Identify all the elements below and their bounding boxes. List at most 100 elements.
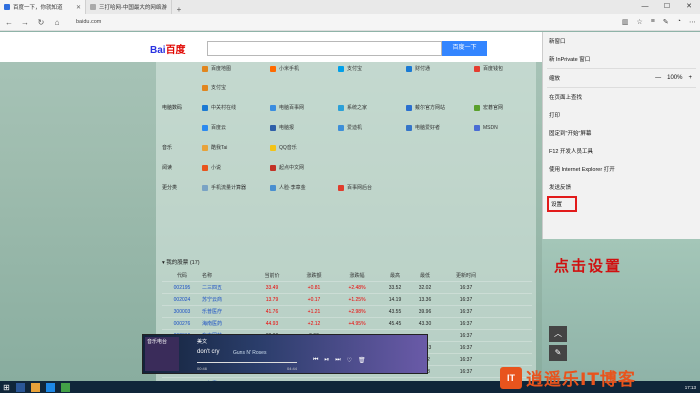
stocks-section-title[interactable]: ▾ 我的股票 (17)	[162, 258, 200, 266]
minimize-button[interactable]: —	[634, 0, 656, 14]
link-item[interactable]: 爱迪机	[338, 124, 406, 131]
table-cell: 39.96	[418, 308, 432, 315]
table-cell: +2.98%	[348, 308, 366, 315]
table-cell: 苏宁云商	[202, 297, 223, 303]
table-row[interactable]: 002024 苏宁云商 13.79 +0.17 +1.25% 14.19 13.36 16:3…	[162, 294, 532, 306]
link-item[interactable]: 酷我Tai	[202, 144, 270, 151]
tab-baidu[interactable]: 百度一下，你就知道 ✕	[0, 0, 86, 14]
category-row: 更分类 手机流量计算器 人脸·李章金 百事网后台	[162, 184, 406, 191]
table-row[interactable]: 000276 海南医药 44.93 +2.12 +4.95% 45.45 43.30 16:3…	[162, 318, 532, 330]
table-cell: 45.45	[388, 320, 402, 327]
progress-bar[interactable]	[197, 362, 297, 363]
link-item[interactable]: MSDN	[474, 124, 542, 131]
table-cell: 16:37	[459, 284, 473, 291]
edit-button[interactable]: ✎	[549, 345, 567, 361]
play-pause-icon[interactable]: ⏯	[324, 357, 329, 364]
new-tab-button[interactable]: +	[172, 5, 186, 14]
taskbar-app-icon[interactable]	[60, 382, 70, 392]
search-button[interactable]: 百度一下	[442, 41, 487, 56]
table-cell: 16:37	[459, 296, 473, 303]
reading-view-icon[interactable]: ▥	[622, 18, 629, 26]
back-arrow-icon[interactable]: ←	[4, 18, 14, 27]
song-artist: Guns N' Roses	[233, 350, 267, 356]
table-cell: 000276	[173, 320, 191, 327]
menu-item-pin-start[interactable]: 固定到"开始"屏幕	[543, 124, 700, 142]
table-cell: 二三四五	[202, 285, 223, 291]
forward-arrow-icon[interactable]: →	[20, 18, 30, 27]
taskbar-app-icon[interactable]	[15, 382, 25, 392]
song-title: don't cry	[197, 349, 220, 355]
baidu-header: Bai百度 百度一下	[0, 32, 542, 62]
table-cell: 13.36	[418, 296, 432, 303]
clock[interactable]: 17:13	[685, 385, 700, 390]
table-row[interactable]: 300003 乐普医疗 41.76 +1.21 +2.98% 43.55 39.96 16:3…	[162, 306, 532, 318]
search-input[interactable]	[207, 41, 442, 56]
favorite-star-icon[interactable]: ☆	[637, 18, 643, 26]
watermark: IT 逍遥乐IT博客	[500, 362, 636, 393]
close-tab-icon[interactable]: ✕	[76, 4, 81, 11]
windows-start-icon[interactable]: ⊞	[3, 383, 10, 392]
menu-item-find[interactable]: 在页面上查找	[543, 88, 700, 106]
baidu-logo[interactable]: Bai百度	[150, 41, 186, 56]
web-note-icon[interactable]: ✎	[663, 18, 669, 26]
link-item[interactable]: 系统之家	[338, 104, 406, 111]
category-row: 音乐 酷我Tai QQ音乐	[162, 144, 338, 151]
menu-item-open-ie[interactable]: 使用 Internet Explorer 打开	[543, 160, 700, 178]
refresh-icon[interactable]: ↻	[36, 18, 46, 27]
maximize-button[interactable]: ☐	[656, 0, 678, 14]
link-item[interactable]: 支付宝	[202, 84, 270, 91]
next-icon[interactable]: ⏭	[335, 357, 340, 364]
annotation-text: 点击设置	[554, 257, 623, 275]
zoom-in-button[interactable]: +	[688, 75, 692, 81]
delete-icon[interactable]: 🗑	[358, 357, 366, 364]
link-item[interactable]: 百度云	[202, 124, 270, 131]
link-item[interactable]: 戴尔官方网站	[406, 104, 474, 111]
menu-item-dev-tools[interactable]: F12 开发人员工具	[543, 142, 700, 160]
table-cell: 33.52	[388, 284, 402, 291]
baidu-favicon-icon	[4, 4, 10, 10]
table-cell: 海南医药	[202, 321, 223, 327]
previous-icon[interactable]: ⏮	[313, 357, 318, 364]
menu-item-zoom: 缩放 — 100% +	[549, 75, 692, 82]
link-item[interactable]: QQ音乐	[270, 144, 338, 151]
more-icon[interactable]: ⋯	[689, 18, 696, 26]
taskbar-app-icon[interactable]	[30, 382, 40, 392]
link-item[interactable]: 宏碁官网	[474, 104, 542, 111]
menu-item-new-inprivate[interactable]: 新 InPrivate 窗口	[543, 50, 700, 68]
like-icon[interactable]: ♡	[347, 357, 352, 364]
table-row[interactable]: 002195 二三四五 33.49 +0.81 +2.48% 33.52 32.02 16:3…	[162, 282, 532, 294]
table-cell: 13.79	[265, 296, 279, 303]
link-item[interactable]: 支付宝	[338, 65, 406, 72]
link-item[interactable]: 人脸·李章金	[270, 184, 338, 191]
album-cover[interactable]: 音乐电台	[145, 337, 179, 371]
home-icon[interactable]: ⌂	[52, 18, 62, 27]
music-player: 音乐电台 美文 don't cry Guns N' Roses 00:46 04…	[142, 334, 428, 374]
menu-item-new-window[interactable]: 新窗口	[543, 32, 700, 50]
address-bar[interactable]: baidu.com	[76, 19, 616, 25]
link-item[interactable]: 电脑报	[270, 124, 338, 131]
link-item[interactable]: 中关村在线	[202, 104, 270, 111]
link-item[interactable]: 百度钱包	[474, 65, 542, 72]
category-row: 电脑数码 中关村在线 电脑百事网 系统之家 戴尔官方网站 宏碁官网	[162, 104, 542, 111]
scroll-top-button[interactable]: ︿	[549, 326, 567, 342]
table-cell: 16:37	[459, 344, 473, 351]
link-item[interactable]: 小米手机	[270, 65, 338, 72]
link-item[interactable]: 百度地图	[202, 65, 270, 72]
link-item[interactable]: 百事网后台	[338, 184, 406, 191]
taskbar-app-icon[interactable]	[45, 382, 55, 392]
tab-sandaha[interactable]: 三打哈网-中国最大的网络游	[86, 0, 172, 14]
link-item[interactable]: 起点中文网	[270, 164, 338, 171]
share-icon[interactable]: ◔	[677, 18, 681, 26]
menu-item-settings[interactable]: 设置	[547, 196, 577, 212]
link-item[interactable]: 手机流量计算器	[202, 184, 270, 191]
link-item[interactable]: 电脑爱好者	[406, 124, 474, 131]
menu-item-print[interactable]: 打印	[543, 106, 700, 124]
link-item[interactable]: 电脑百事网	[270, 104, 338, 111]
link-item[interactable]: 小说	[202, 164, 270, 171]
zoom-out-button[interactable]: —	[655, 75, 661, 81]
menu-item-feedback[interactable]: 发送反馈	[543, 178, 700, 196]
link-item[interactable]: 财付通	[406, 65, 474, 72]
category-row: 阅读 小说 起点中文网	[162, 164, 338, 171]
hub-icon[interactable]: ≡	[651, 18, 655, 26]
close-window-button[interactable]: ✕	[678, 0, 700, 14]
